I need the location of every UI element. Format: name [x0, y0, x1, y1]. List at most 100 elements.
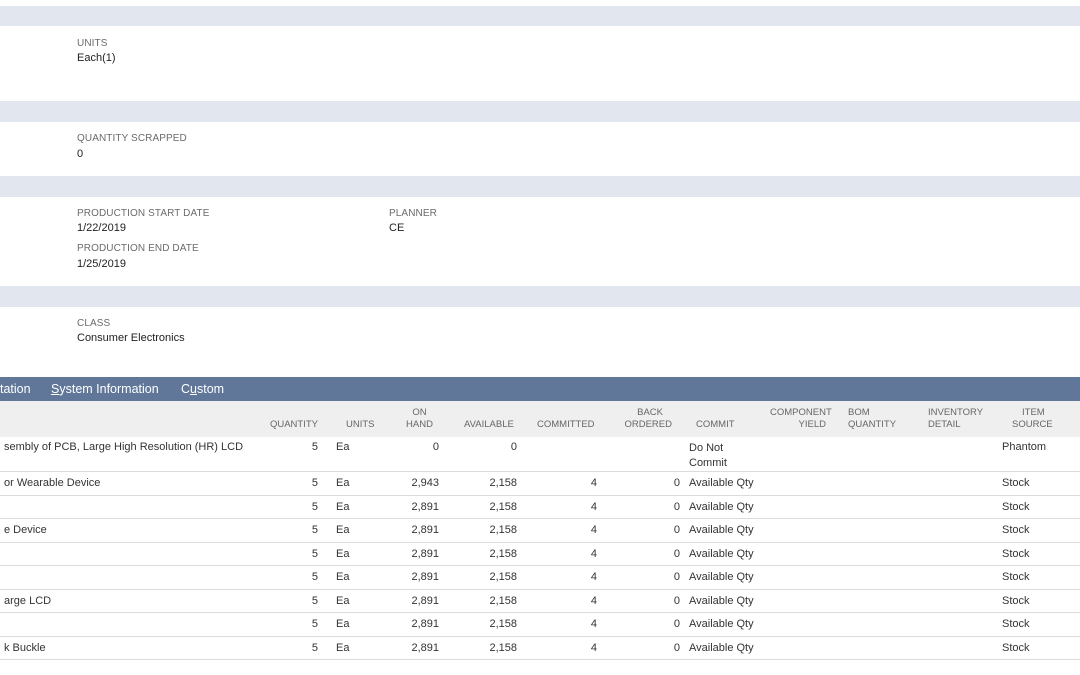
section-header-band: [0, 286, 1080, 307]
cell-quantity: 5: [260, 636, 322, 660]
col-header-inventory-detail[interactable]: INVENTORY DETAIL: [910, 401, 992, 437]
col-header-item-source-line1: ITEM: [1022, 407, 1045, 418]
cell-item: arge LCD: [0, 589, 260, 613]
cell-component-yield: [766, 636, 830, 660]
col-header-component-yield-line2: YIELD: [798, 419, 826, 430]
table-row[interactable]: 5 Ea 2,891 2,158 4 0 Available Qty Stock: [0, 542, 1080, 566]
cell-on-hand: 2,891: [370, 565, 443, 590]
cell-available: 2,158: [443, 565, 521, 590]
tab-custom[interactable]: Custom: [181, 382, 224, 396]
cell-commit: Available Qty: [684, 471, 766, 496]
col-header-component-yield[interactable]: COMPONENT YIELD: [766, 401, 832, 437]
table-row[interactable]: 5 Ea 2,891 2,158 4 0 Available Qty Stock: [0, 612, 1080, 637]
cell-committed: [521, 437, 601, 472]
cell-available: 2,158: [443, 471, 521, 496]
components-table: QUANTITY UNITS ON HAND AVAILABLE COMMITT…: [0, 401, 1080, 660]
cell-committed: 4: [521, 542, 601, 566]
cell-back-ordered: 0: [601, 565, 684, 590]
col-header-bom-quantity[interactable]: BOM QUANTITY: [830, 401, 910, 437]
cell-component-yield: [766, 437, 830, 472]
col-header-committed[interactable]: COMMITTED: [521, 401, 601, 437]
cell-bom-quantity: [830, 636, 910, 660]
cell-on-hand: 2,891: [370, 612, 443, 637]
cell-quantity: 5: [260, 495, 322, 519]
cell-on-hand: 2,891: [370, 495, 443, 519]
col-header-item-source[interactable]: ITEM SOURCE: [992, 401, 1080, 437]
cell-commit: Available Qty: [684, 495, 766, 519]
table-row[interactable]: or Wearable Device 5 Ea 2,943 2,158 4 0 Availab…: [0, 471, 1080, 496]
cell-bom-quantity: [830, 565, 910, 590]
cell-commit: Available Qty: [684, 589, 766, 613]
cell-available: 2,158: [443, 636, 521, 660]
cell-quantity: 5: [260, 518, 322, 543]
cell-back-ordered: 0: [601, 636, 684, 660]
table-row[interactable]: sembly of PCB, Large High Resolution (HR…: [0, 437, 1080, 472]
class-label: CLASS: [77, 318, 111, 329]
cell-item: [0, 542, 260, 566]
col-header-back-ordered[interactable]: BACK ORDERED: [601, 401, 684, 437]
cell-units: Ea: [322, 437, 370, 472]
cell-units: Ea: [322, 565, 370, 590]
cell-quantity: 5: [260, 542, 322, 566]
cell-back-ordered: [601, 437, 684, 472]
cell-on-hand: 2,943: [370, 471, 443, 496]
cell-units: Ea: [322, 636, 370, 660]
class-value: Consumer Electronics: [77, 332, 185, 344]
cell-back-ordered: 0: [601, 612, 684, 637]
cell-item: e Device: [0, 518, 260, 543]
cell-item-source: Stock: [992, 565, 1080, 590]
col-header-quantity[interactable]: QUANTITY: [260, 401, 322, 437]
quantity-scrapped-label: QUANTITY SCRAPPED: [77, 133, 187, 144]
cell-quantity: 5: [260, 437, 322, 472]
col-header-component-yield-line1: COMPONENT: [770, 407, 832, 418]
table-row[interactable]: 5 Ea 2,891 2,158 4 0 Available Qty Stock: [0, 495, 1080, 519]
col-header-available[interactable]: AVAILABLE: [443, 401, 521, 437]
planner-label: PLANNER: [389, 208, 437, 219]
cell-bom-quantity: [830, 589, 910, 613]
table-row[interactable]: e Device 5 Ea 2,891 2,158 4 0 Available Qty Stoc…: [0, 518, 1080, 543]
cell-item: [0, 612, 260, 637]
tab-accesskey: u: [190, 382, 197, 396]
tab-communication[interactable]: tation: [0, 382, 31, 396]
cell-committed: 4: [521, 495, 601, 519]
section-header-band: [0, 101, 1080, 122]
col-header-commit[interactable]: COMMIT: [684, 401, 766, 437]
col-header-inventory-detail-line1: INVENTORY: [928, 407, 984, 418]
cell-units: Ea: [322, 612, 370, 637]
cell-available: 0: [443, 437, 521, 472]
table-row[interactable]: 5 Ea 2,891 2,158 4 0 Available Qty Stock: [0, 565, 1080, 590]
table-row[interactable]: arge LCD 5 Ea 2,891 2,158 4 0 Available Qty Stoc…: [0, 589, 1080, 613]
cell-committed: 4: [521, 612, 601, 637]
cell-on-hand: 2,891: [370, 518, 443, 543]
cell-commit: Do Not Commit: [684, 437, 766, 472]
cell-inventory-detail: [910, 518, 992, 543]
cell-committed: 4: [521, 636, 601, 660]
cell-units: Ea: [322, 471, 370, 496]
cell-item-source: Stock: [992, 589, 1080, 613]
cell-quantity: 5: [260, 589, 322, 613]
cell-quantity: 5: [260, 565, 322, 590]
cell-inventory-detail: [910, 589, 992, 613]
tab-label: stom: [196, 382, 225, 396]
col-header-item-source-line2: SOURCE: [1012, 419, 1053, 430]
col-header-on-hand[interactable]: ON HAND: [370, 401, 443, 437]
cell-item: [0, 565, 260, 590]
col-header-inventory-detail-line2: DETAIL: [928, 419, 961, 430]
col-header-bom-quantity-line2: QUANTITY: [848, 419, 897, 430]
cell-component-yield: [766, 495, 830, 519]
cell-component-yield: [766, 518, 830, 543]
cell-quantity: 5: [260, 612, 322, 637]
section-header-band: [0, 176, 1080, 197]
cell-item: [0, 495, 260, 519]
cell-available: 2,158: [443, 612, 521, 637]
cell-item-source: Stock: [992, 495, 1080, 519]
tab-system-information[interactable]: System Information: [51, 382, 159, 396]
cell-quantity: 5: [260, 471, 322, 496]
units-value: Each(1): [77, 52, 116, 64]
col-header-item[interactable]: [0, 401, 260, 437]
col-header-units[interactable]: UNITS: [322, 401, 375, 437]
cell-back-ordered: 0: [601, 589, 684, 613]
table-row[interactable]: k Buckle 5 Ea 2,891 2,158 4 0 Available Qty Stoc…: [0, 636, 1080, 660]
production-end-date-value: 1/25/2019: [77, 258, 126, 270]
col-header-back-ordered-line2: ORDERED: [624, 419, 672, 430]
